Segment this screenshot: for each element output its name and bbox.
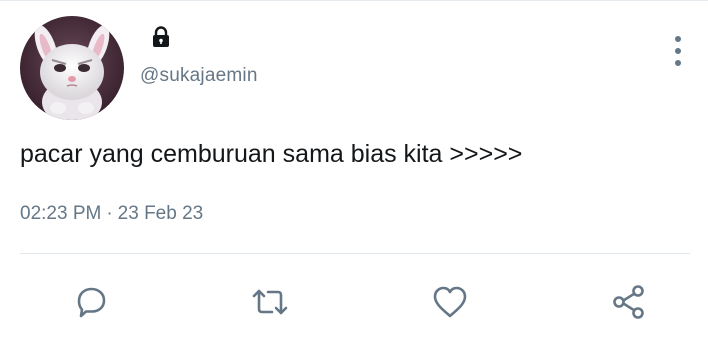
reply-icon xyxy=(77,287,106,318)
meta-separator: · xyxy=(106,203,113,224)
avatar-image xyxy=(20,16,124,120)
share-button[interactable] xyxy=(608,281,650,323)
tweet-date: 23 Feb 23 xyxy=(117,203,204,224)
like-button[interactable] xyxy=(429,281,471,323)
avatar[interactable] xyxy=(20,16,124,120)
tweet-timestamp: 02:23 PM · 23 Feb 23 xyxy=(20,203,203,225)
heart-icon xyxy=(433,286,467,318)
retweet-icon xyxy=(252,289,288,315)
lock-icon xyxy=(150,26,172,48)
retweet-button[interactable] xyxy=(249,281,291,323)
tweet-text: pacar yang cemburuan sama bias kita >>>>… xyxy=(20,140,523,168)
more-vertical-icon[interactable] xyxy=(667,36,689,66)
actions-divider xyxy=(20,253,690,254)
username[interactable]: @sukajaemin xyxy=(140,65,258,87)
share-icon xyxy=(613,285,644,319)
tweet-time: 02:23 PM xyxy=(20,203,102,224)
tweet-card: @sukajaemin pacar yang cemburuan sama bi… xyxy=(0,0,708,346)
reply-button[interactable] xyxy=(70,281,112,323)
